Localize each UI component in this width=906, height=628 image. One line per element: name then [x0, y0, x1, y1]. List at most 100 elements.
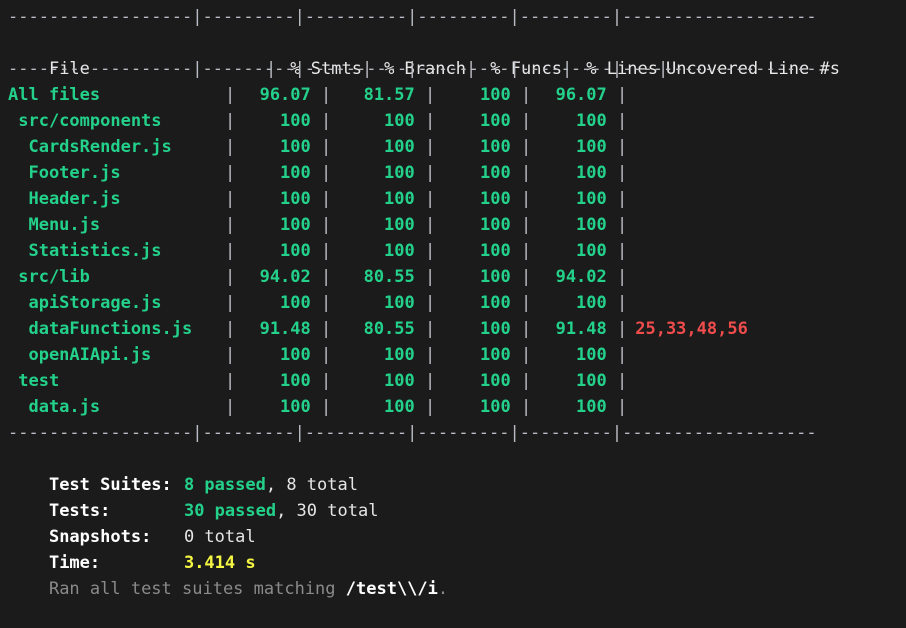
tests-passed: 30 passed	[183, 501, 277, 521]
column-divider: |	[425, 241, 436, 261]
column-divider: |	[321, 371, 332, 391]
column-divider: |	[425, 85, 436, 105]
column-divider: |	[425, 137, 436, 157]
column-divider: |	[321, 267, 332, 287]
time-label: Time:	[48, 553, 101, 573]
cell-stmts: 91.48	[259, 319, 321, 339]
column-divider: |	[521, 319, 532, 339]
column-divider: |	[617, 371, 628, 391]
cell-lines: 100	[576, 345, 617, 365]
cell-lines: 100	[576, 215, 617, 235]
table-row[interactable]: test | 100 | 100 | 100 | 100 |	[0, 368, 906, 394]
table-row[interactable]: apiStorage.js | 100 | 100 | 100 | 100 |	[0, 290, 906, 316]
column-divider: |	[617, 85, 628, 105]
cell-funcs: 100	[480, 111, 521, 131]
column-divider: |	[321, 215, 332, 235]
cell-file: src/components	[8, 111, 162, 131]
column-divider: |	[521, 267, 532, 287]
column-divider: |	[425, 293, 436, 313]
cell-stmts: 100	[280, 189, 321, 209]
table-row[interactable]: Header.js | 100 | 100 | 100 | 100 |	[0, 186, 906, 212]
column-divider: |	[321, 319, 332, 339]
column-divider: |	[617, 111, 628, 131]
terminal-output: ------------------|---------|----------|…	[0, 0, 906, 599]
cell-funcs: 100	[480, 189, 521, 209]
table-row[interactable]: CardsRender.js | 100 | 100 | 100 | 100 |	[0, 134, 906, 160]
column-divider: |	[225, 189, 236, 209]
column-divider: |	[521, 397, 532, 417]
cell-file: data.js	[8, 397, 101, 417]
cell-branch: 100	[384, 241, 425, 261]
table-row[interactable]: openAIApi.js | 100 | 100 | 100 | 100 |	[0, 342, 906, 368]
column-divider: |	[321, 111, 332, 131]
table-body: All files | 96.07 | 81.57 | 100 | 96.07 | src…	[0, 82, 906, 420]
cell-lines: 94.02	[555, 267, 617, 287]
column-divider: |	[225, 345, 236, 365]
column-divider: |	[521, 345, 532, 365]
cell-stmts: 100	[280, 293, 321, 313]
table-row[interactable]: Statistics.js | 100 | 100 | 100 | 100 |	[0, 238, 906, 264]
cell-file: dataFunctions.js	[8, 319, 193, 339]
snapshots-value: 0 total	[183, 527, 256, 547]
cell-branch: 100	[384, 371, 425, 391]
cell-funcs: 100	[480, 397, 521, 417]
cell-stmts: 100	[280, 371, 321, 391]
cell-file: src/lib	[8, 267, 90, 287]
column-divider: |	[321, 293, 332, 313]
table-row[interactable]: data.js | 100 | 100 | 100 | 100 |	[0, 394, 906, 420]
cell-branch: 100	[384, 215, 425, 235]
cell-stmts: 100	[280, 111, 321, 131]
cell-branch: 80.55	[363, 267, 425, 287]
cell-file: apiStorage.js	[8, 293, 162, 313]
time-value: 3.414 s	[183, 553, 256, 573]
cell-branch: 100	[384, 293, 425, 313]
cell-file: Footer.js	[8, 163, 121, 183]
column-divider: |	[425, 267, 436, 287]
column-divider: |	[225, 163, 236, 183]
column-divider: |	[521, 163, 532, 183]
table-row[interactable]: src/components | 100 | 100 | 100 | 100 |	[0, 108, 906, 134]
summary-test-suites: Test Suites: 8 passed, 8 total	[0, 446, 906, 495]
cell-branch: 100	[384, 163, 425, 183]
table-row[interactable]: dataFunctions.js | 91.48 | 80.55 | 100 | 91.4…	[0, 316, 906, 342]
column-divider: |	[617, 241, 628, 261]
column-divider: |	[225, 85, 236, 105]
cell-file: test	[8, 371, 60, 391]
footer-suffix: .	[437, 579, 449, 599]
column-divider: |	[225, 397, 236, 417]
column-divider: |	[617, 267, 628, 287]
column-divider: |	[617, 163, 628, 183]
column-divider: |	[521, 137, 532, 157]
table-row[interactable]: src/lib | 94.02 | 80.55 | 100 | 94.02 |	[0, 264, 906, 290]
cell-funcs: 100	[480, 241, 521, 261]
cell-stmts: 100	[280, 241, 321, 261]
column-divider: |	[225, 137, 236, 157]
table-row[interactable]: Menu.js | 100 | 100 | 100 | 100 |	[0, 212, 906, 238]
table-row[interactable]: All files | 96.07 | 81.57 | 100 | 96.07 |	[0, 82, 906, 108]
column-divider: |	[225, 319, 236, 339]
cell-lines: 100	[576, 163, 617, 183]
cell-lines: 100	[576, 241, 617, 261]
footer-prefix: Ran all test suites matching	[48, 579, 346, 599]
cell-lines: 100	[576, 397, 617, 417]
column-divider: |	[321, 241, 332, 261]
column-divider: |	[617, 397, 628, 417]
cell-funcs: 100	[480, 163, 521, 183]
column-divider: |	[425, 163, 436, 183]
snapshots-label: Snapshots:	[48, 527, 152, 547]
column-divider: |	[321, 397, 332, 417]
cell-branch: 81.57	[363, 85, 425, 105]
column-divider: |	[321, 189, 332, 209]
column-divider: |	[225, 293, 236, 313]
cell-stmts: 100	[280, 397, 321, 417]
cell-file: Statistics.js	[8, 241, 162, 261]
column-divider: |	[425, 189, 436, 209]
column-divider: |	[321, 163, 332, 183]
table-row[interactable]: Footer.js | 100 | 100 | 100 | 100 |	[0, 160, 906, 186]
cell-uncovered: 25,33,48,56	[625, 319, 748, 339]
table-separator-top: ------------------|---------|----------|…	[8, 7, 817, 27]
cell-branch: 100	[384, 137, 425, 157]
cell-lines: 91.48	[555, 319, 617, 339]
cell-funcs: 100	[480, 85, 521, 105]
cell-funcs: 100	[480, 345, 521, 365]
